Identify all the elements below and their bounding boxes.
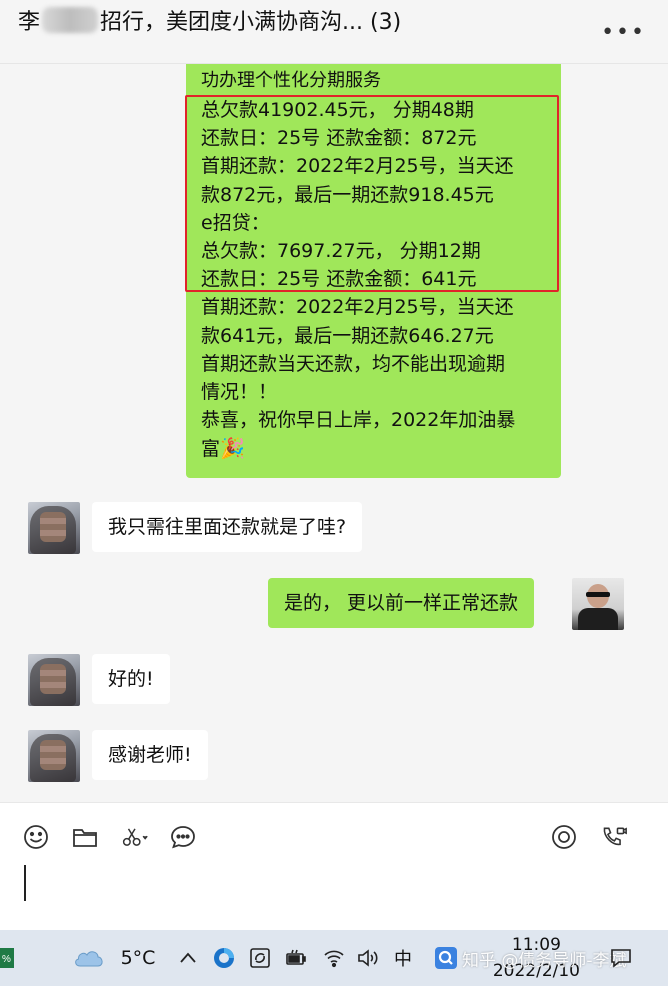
wifi-icon[interactable] [320,930,348,986]
chat-header: 李 招行，美团度小满协商沟... (3) ••• [0,0,668,64]
message-line: 富 [201,438,221,461]
contact-avatar[interactable] [28,730,80,782]
contact-avatar[interactable] [28,502,80,554]
windows-taskbar: % 5°C 中 11:09 2022/2/10 知乎 @债务导师-李斌 [0,930,668,986]
more-options-icon[interactable]: ••• [601,20,646,45]
screenshot-scissors-icon[interactable] [118,823,152,851]
my-avatar[interactable] [572,578,624,630]
message-line-last: 富🎉 [201,434,561,463]
avatar-glasses [586,592,610,597]
battery-icon[interactable] [282,930,310,986]
avatar-face-mosaic [40,664,66,694]
avatar-face-mosaic [40,740,66,770]
search-app-icon[interactable] [432,930,460,986]
sync-app-icon[interactable] [246,930,274,986]
message-line: 情况！！ [201,381,278,404]
message-line: 首期还款：2022年2月25号，当天还 [201,296,514,319]
chat-title-prefix: 李 [18,10,41,35]
live-target-icon[interactable] [550,823,578,851]
message-bubble-incoming[interactable]: 好的! [92,654,170,704]
chevron-up-icon[interactable] [176,930,200,986]
blurred-name [42,7,99,33]
chat-title: 李 招行，美团度小满协商沟... (3) [18,6,401,40]
message-bubble-outgoing[interactable]: 是的， 更以前一样正常还款 [268,578,535,628]
avatar-body [578,608,618,630]
contact-avatar[interactable] [28,654,80,706]
chat-title-rest: 招行，美团度小满协商沟... (3) [100,10,402,35]
message-bubble-incoming[interactable]: 感谢老师! [92,730,208,780]
highlight-box [185,95,559,292]
watermark-text: 知乎 @债务导师-李斌 [462,951,627,971]
message-bubble-incoming[interactable]: 我只需往里面还款就是了哇? [92,502,363,552]
message-line: 款641元，最后一期还款646.27元 [201,324,494,347]
speaker-icon[interactable] [354,930,382,986]
message-input-area[interactable] [0,802,668,930]
cloud-weather-icon[interactable] [72,930,108,986]
svg-text:%: % [2,954,11,965]
message-line: 首期还款当天还款，均不能出现逾期 [201,352,506,375]
chat-area[interactable]: 功办理个性化分期服务 总欠款41902.45元， 分期48期 还款日：25号 还… [0,64,668,802]
emoji-icon[interactable] [22,823,50,851]
message-line: 恭喜，祝你早日上岸，2022年加油暴 [201,409,516,432]
avatar-face-mosaic [40,512,66,542]
chat-history-icon[interactable] [169,823,197,851]
message-line: 功办理个性化分期服务 [201,70,381,91]
party-popper-emoji: 🎉 [220,436,245,461]
notification-icon[interactable] [606,930,636,986]
text-cursor[interactable] [24,865,26,901]
voice-video-call-icon[interactable] [598,823,630,851]
excel-icon[interactable]: % [0,930,14,986]
weather-temperature[interactable]: 5°C [118,930,158,986]
browser-icon[interactable] [210,930,238,986]
folder-icon[interactable] [71,823,99,851]
input-method-indicator[interactable]: 中 [390,930,416,986]
